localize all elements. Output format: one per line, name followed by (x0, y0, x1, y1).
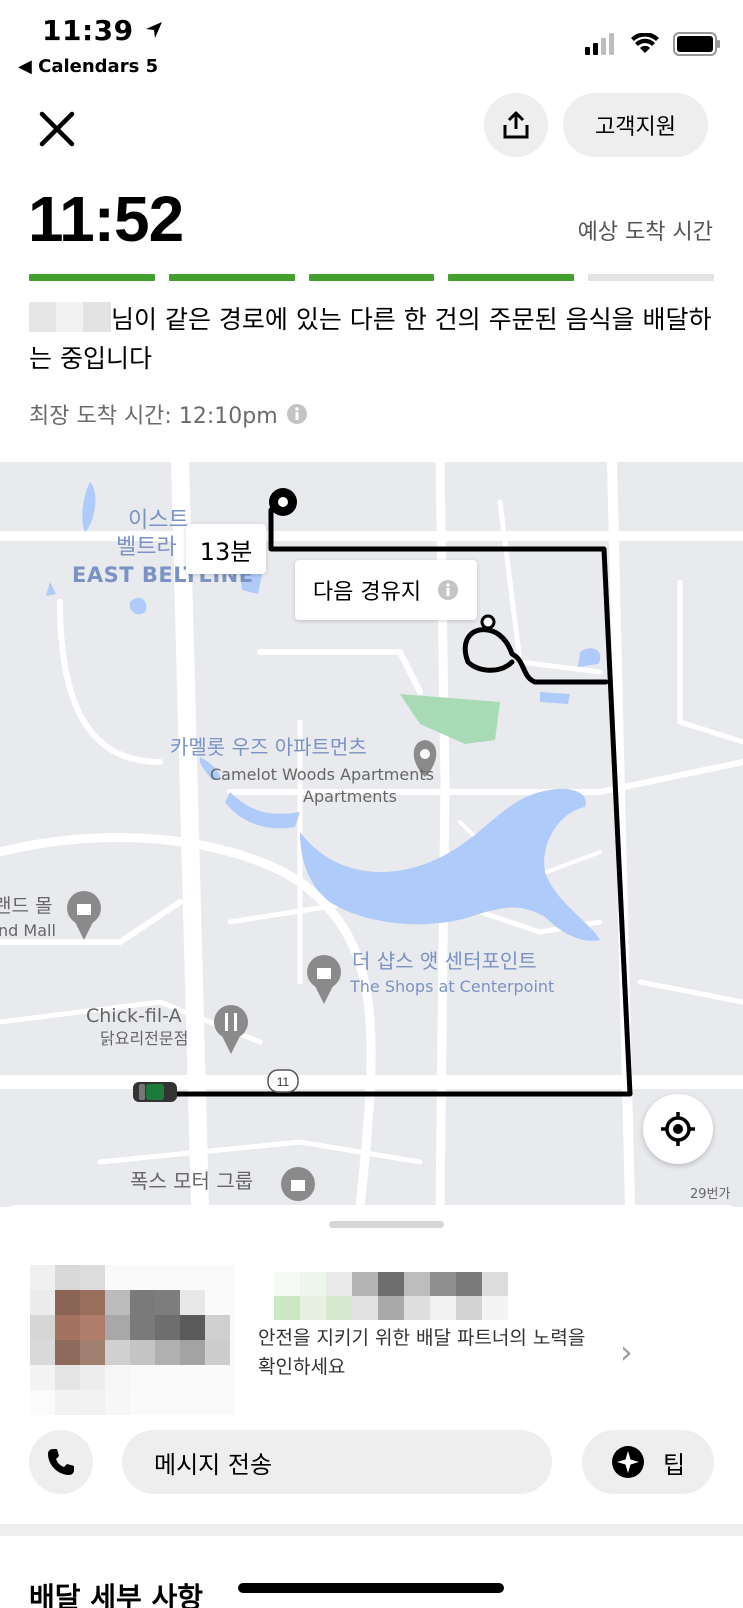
eta-duration-text: 13분 (199, 537, 253, 566)
sheet-grabber[interactable] (329, 1221, 444, 1228)
road-shield-label: 11 (277, 1075, 290, 1089)
status-indicators (585, 32, 721, 56)
status-time: 11:39 (42, 14, 164, 47)
next-stop-text: 다음 경유지 (312, 580, 422, 605)
signal-icon (585, 33, 614, 55)
tip-label: 팁 (662, 1450, 686, 1479)
place-label: 닭요리전문점 (100, 1029, 188, 1048)
chevron-right-icon[interactable]: › (620, 1333, 633, 1371)
latest-arrival: 최장 도착 시간: 12:10pm (29, 398, 308, 430)
info-icon[interactable] (286, 403, 308, 425)
place-label: nd Mall (0, 921, 56, 940)
phone-icon (48, 1449, 74, 1475)
place-label: 더 샵스 앳 센터포인트 (352, 949, 537, 973)
safety-banner-text[interactable]: 안전을 지키기 위한 배달 파트너의 노력을 확인하세요 (258, 1324, 608, 1382)
place-label: The Shops at Centerpoint (349, 977, 554, 996)
pickup-marker[interactable] (269, 488, 297, 516)
support-button-label: 고객지원 (595, 115, 676, 140)
car-icon (133, 1082, 177, 1102)
latest-arrival-text: 최장 도착 시간: 12:10pm (29, 404, 278, 429)
wifi-icon (631, 33, 659, 53)
battery-icon (673, 32, 720, 56)
send-message-label: 메시지 전송 (154, 1450, 273, 1479)
back-app-label: Calendars 5 (38, 56, 159, 77)
place-label: 29번가 (690, 1187, 731, 1202)
back-to-app-link[interactable]: ◀ Calendars 5 (18, 56, 158, 77)
place-label: 폭스 모터 그룹 (130, 1169, 253, 1193)
share-icon (503, 111, 529, 139)
next-stop-badge[interactable]: 다음 경유지 (295, 560, 477, 620)
place-label: 카멜롯 우즈 아파트먼츠 (170, 735, 367, 759)
place-label: Camelot Woods Apartments (210, 765, 434, 784)
recenter-button[interactable] (643, 1094, 713, 1164)
place-label: Chick-fil-A (86, 1005, 182, 1027)
status-time-text: 11:39 (42, 14, 134, 47)
place-label: Apartments (303, 787, 397, 806)
progress-segment (168, 274, 295, 281)
status-message: 님이 같은 경로에 있는 다른 한 건의 주문된 음식을 배달하는 중입니다 (29, 300, 719, 378)
close-button[interactable] (28, 100, 86, 158)
place-label: 랜드 몰 (0, 895, 52, 917)
progress-segment (588, 274, 714, 281)
delivery-progress-bar (29, 274, 714, 281)
restaurant-icon[interactable] (214, 1005, 248, 1054)
place-label: 이스트 (128, 508, 189, 533)
back-triangle-icon: ◀ (18, 56, 32, 77)
courier-name-redacted (29, 302, 111, 332)
progress-segment (448, 274, 575, 281)
progress-segment (308, 274, 435, 281)
send-message-button[interactable]: 메시지 전송 (122, 1430, 552, 1494)
place-label: 벨트라 (116, 535, 177, 560)
delivery-details-title: 배달 세부 사항 (29, 1581, 204, 1608)
progress-segment (29, 274, 155, 281)
tip-button[interactable]: 팁 (582, 1430, 714, 1494)
eta-time: 11:52 (28, 183, 184, 255)
status-message-text: 님이 같은 경로에 있는 다른 한 건의 주문된 음식을 배달하는 중입니다 (29, 305, 712, 373)
section-divider (0, 1524, 743, 1536)
home-indicator[interactable] (238, 1583, 504, 1593)
eta-label: 예상 도착 시간 (577, 220, 713, 245)
safety-banner-image (274, 1272, 508, 1320)
courier-photo (30, 1265, 235, 1415)
location-arrow-icon (145, 22, 162, 38)
tip-star-icon (611, 1446, 644, 1478)
eta-duration-badge: 13분 (186, 524, 266, 574)
info-icon (438, 580, 459, 600)
support-button[interactable]: 고객지원 (563, 93, 708, 157)
locate-icon (661, 1112, 695, 1146)
share-button[interactable] (484, 93, 548, 157)
close-icon (39, 111, 75, 147)
call-button[interactable] (29, 1430, 93, 1494)
